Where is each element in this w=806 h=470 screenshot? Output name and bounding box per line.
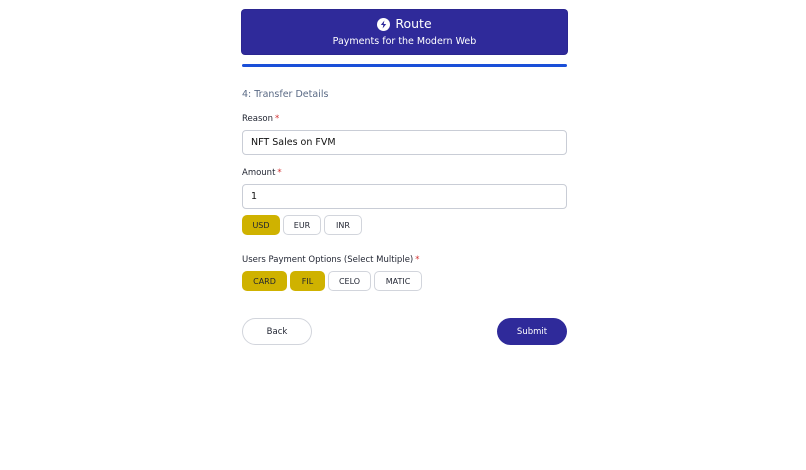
payment-options-selector: CARD FIL CELO MATIC (242, 271, 567, 291)
reason-label-text: Reason (242, 114, 273, 124)
payment-options-label-text: Users Payment Options (Select Multiple) (242, 255, 414, 265)
payment-chip-card[interactable]: CARD (242, 271, 287, 291)
payment-chip-fil[interactable]: FIL (290, 271, 325, 291)
currency-chip-inr[interactable]: INR (324, 215, 362, 235)
step-title: 4: Transfer Details (242, 89, 329, 100)
required-mark: * (415, 255, 420, 265)
lightning-circle-icon (377, 17, 391, 31)
submit-button[interactable]: Submit (497, 318, 567, 345)
progress-bar-fill (242, 64, 567, 67)
amount-label: Amount * (242, 168, 567, 178)
brand-tagline: Payments for the Modern Web (332, 36, 477, 47)
payment-chip-celo[interactable]: CELO (328, 271, 371, 291)
form-actions: Back Submit (242, 318, 567, 345)
transfer-form-container: Route Payments for the Modern Web 4: Tra… (242, 10, 567, 345)
progress-bar (242, 64, 567, 67)
required-mark: * (274, 114, 280, 124)
currency-selector: USD EUR INR (242, 215, 567, 235)
payment-chip-matic[interactable]: MATIC (374, 271, 422, 291)
reason-input-value: NFT Sales on FVM (251, 137, 336, 148)
payment-options-label: Users Payment Options (Select Multiple) * (242, 255, 567, 265)
currency-chip-usd[interactable]: USD (242, 215, 280, 235)
brand-banner: Route Payments for the Modern Web (242, 10, 567, 54)
amount-label-text: Amount (242, 168, 276, 178)
back-button[interactable]: Back (242, 318, 312, 345)
amount-input[interactable]: 1 (242, 184, 567, 209)
brand-name: Route (395, 16, 432, 31)
reason-label: Reason * (242, 114, 567, 124)
brand-row: Route (377, 16, 432, 31)
amount-input-value: 1 (251, 191, 258, 202)
required-mark: * (277, 168, 282, 178)
reason-input[interactable]: NFT Sales on FVM (242, 130, 567, 155)
currency-chip-eur[interactable]: EUR (283, 215, 321, 235)
